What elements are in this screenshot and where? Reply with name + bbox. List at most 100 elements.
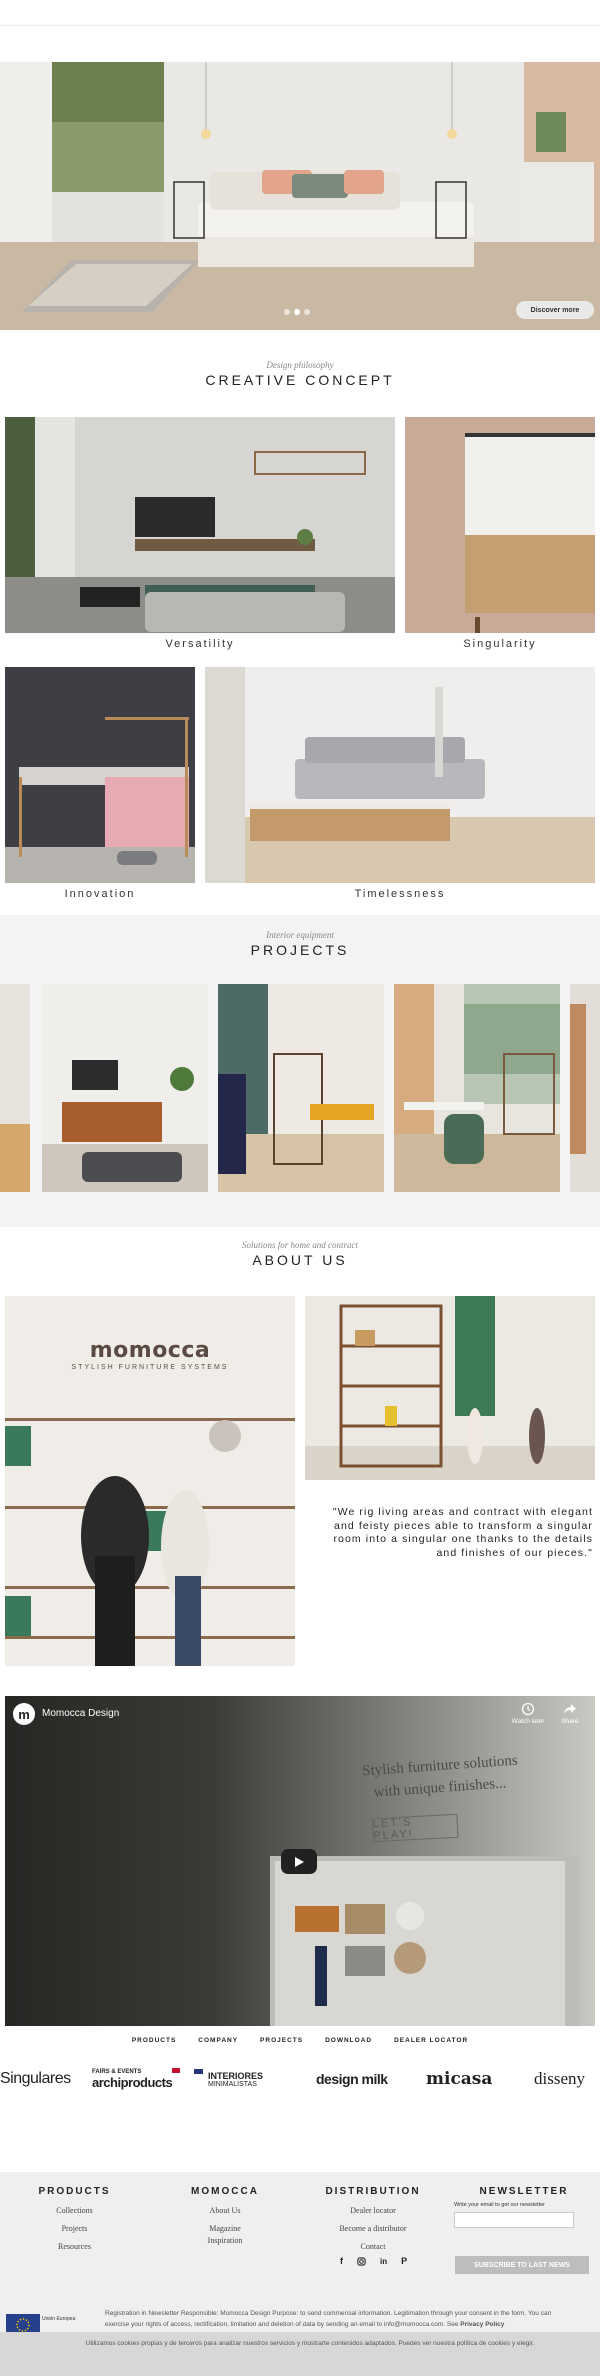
disseny-logo[interactable]: disseny [534, 2062, 585, 2096]
cookie-text: Utilizamos cookies propias y de terceros… [85, 2340, 535, 2347]
project-card[interactable] [394, 984, 560, 1192]
watch-later-label: Watch later [511, 1718, 545, 1725]
interiores-minimalistas-logo[interactable]: INTERIORES MINIMALISTAS [208, 2062, 288, 2096]
footer-products-col: PRODUCTS Collections Projects Resources [22, 2186, 127, 2251]
secondary-nav: PRODUCTS COMPANY PROJECTS DOWNLOAD DEALE… [0, 2037, 600, 2053]
footer-link-become-distributor[interactable]: Become a distributor [318, 2224, 428, 2233]
footer-link-collections[interactable]: Collections [22, 2206, 127, 2215]
privacy-policy-link[interactable]: Privacy Policy [460, 2321, 504, 2328]
pinterest-icon[interactable]: P [401, 2256, 407, 2266]
project-card[interactable] [0, 984, 30, 1192]
living-room-image [5, 417, 395, 633]
top-header-bar [0, 0, 600, 26]
footer-products-title: PRODUCTS [38, 2186, 111, 2197]
interiores-logo-line2: MINIMALISTAS [208, 2080, 257, 2088]
facebook-icon[interactable]: f [340, 2256, 343, 2266]
spain-flag-icon [172, 2068, 180, 2073]
timelessness-image[interactable] [205, 667, 595, 883]
slide-dot[interactable] [304, 309, 310, 315]
legal-text: Registration in Newsletter Responsible: … [105, 2308, 565, 2330]
nav-dealer-locator[interactable]: DEALER LOCATOR [394, 2037, 468, 2053]
instagram-icon[interactable] [357, 2256, 366, 2266]
footer-link-magazine[interactable]: Magazine [170, 2224, 280, 2233]
footer-newsletter-title: NEWSLETTER [479, 2186, 569, 2197]
caption-versatility: Versatility [165, 638, 235, 650]
share-button[interactable]: Share [552, 1702, 588, 1725]
hero-slide-dots [284, 309, 324, 317]
footer-link-inspiration[interactable]: Inspiration [170, 2236, 280, 2245]
eu-label: Unión Europea [42, 2316, 76, 2322]
linkedin-icon[interactable]: in [380, 2257, 387, 2266]
video-cta-sign: LET'S PLAY! [371, 1813, 459, 1843]
project-living-image [42, 984, 208, 1192]
momocca-logo-tagline: STYLISH FURNITURE SYSTEMS [71, 1364, 229, 1371]
project-card[interactable] [42, 984, 208, 1192]
project-office-image [394, 984, 560, 1192]
micasa-logo[interactable]: micasa [426, 2062, 492, 2096]
uk-flag-icon [194, 2069, 203, 2074]
social-links: f in P [340, 2256, 407, 2266]
slide-dot-active[interactable] [294, 309, 300, 315]
marble-cabinet-image [405, 417, 595, 633]
share-arrow-icon [564, 1704, 576, 1714]
projects-subtitle: Interior equipment [266, 930, 334, 940]
about-shelf-image [305, 1296, 595, 1480]
press-logos-strip: Singulares FAIRS & EVENTS archiproducts … [0, 2062, 600, 2096]
caption-innovation: Innovation [64, 888, 136, 900]
nav-projects[interactable]: PROJECTS [260, 2037, 303, 2053]
nav-download[interactable]: DOWNLOAD [325, 2037, 372, 2053]
play-icon [295, 1856, 304, 1867]
shelf-display-image [305, 1296, 595, 1480]
archiproducts-logo-text: archiproducts [92, 2074, 173, 2090]
footer-distribution-col: DISTRIBUTION Dealer locator Become a dis… [318, 2186, 428, 2251]
about-title: ABOUT US [252, 1252, 348, 1268]
footer-link-projects[interactable]: Projects [22, 2224, 127, 2233]
footer-momocca-col: MOMOCCA About Us Magazine Inspiration [170, 2186, 280, 2245]
newsletter-label: Write your email to get our newsletter [454, 2202, 545, 2208]
footer: PRODUCTS Collections Projects Resources … [0, 2172, 600, 2336]
project-card[interactable] [218, 984, 384, 1192]
channel-avatar-icon[interactable]: m [13, 1703, 35, 1725]
project-image-partial [0, 984, 30, 1192]
singularity-image[interactable] [405, 417, 595, 633]
footer-link-about-us[interactable]: About Us [170, 2206, 280, 2215]
sofa-room-image [205, 667, 595, 883]
creative-title: CREATIVE CONCEPT [205, 372, 395, 388]
innovation-image[interactable] [5, 667, 195, 883]
cookie-banner: Utilizamos cookies propias y de terceros… [0, 2332, 600, 2376]
caption-timelessness: Timelessness [354, 888, 446, 900]
momocca-logo-text: momocca [89, 1338, 211, 1363]
clock-icon [521, 1702, 535, 1716]
slide-dot[interactable] [284, 309, 290, 315]
footer-link-resources[interactable]: Resources [22, 2242, 127, 2251]
versatility-image[interactable] [5, 417, 395, 633]
watch-later-button[interactable]: Watch later [510, 1702, 546, 1725]
design-milk-logo[interactable]: design milk [316, 2062, 388, 2096]
share-label: Share [561, 1718, 579, 1725]
about-quote: "We rig living areas and contract with e… [332, 1506, 593, 1559]
hero-slider[interactable] [0, 62, 600, 330]
bench-image [5, 667, 195, 883]
project-image-partial [570, 984, 600, 1192]
nav-company[interactable]: COMPANY [198, 2037, 238, 2053]
subscribe-button[interactable]: SUBSCRIBE TO LAST NEWS [455, 2256, 589, 2274]
project-hall-image [218, 984, 384, 1192]
video-play-button[interactable] [281, 1849, 317, 1874]
interiores-logo-line1: INTERIORES [208, 2070, 264, 2081]
singulares-logo[interactable]: Singulares [0, 2062, 71, 2096]
hero-bedroom-image [0, 62, 600, 330]
creative-subtitle: Design philosophy [266, 360, 334, 370]
archiproducts-logo[interactable]: FAIRS & EVENTS archiproducts [92, 2062, 182, 2096]
project-card[interactable] [570, 984, 600, 1192]
caption-singularity: Singularity [463, 638, 537, 650]
footer-newsletter-col: NEWSLETTER Write your email to get our n… [454, 2186, 594, 2228]
about-subtitle: Solutions for home and contract [242, 1240, 358, 1250]
projects-title: PROJECTS [250, 942, 350, 958]
footer-momocca-title: MOMOCCA [191, 2186, 259, 2197]
footer-link-dealer-locator[interactable]: Dealer locator [318, 2206, 428, 2215]
nav-products[interactable]: PRODUCTS [132, 2037, 176, 2053]
footer-link-contact[interactable]: Contact [318, 2242, 428, 2251]
video-channel-name[interactable]: Momocca Design [42, 1708, 119, 1719]
discover-more-button[interactable]: Discover more [516, 301, 594, 319]
newsletter-email-input[interactable] [454, 2212, 574, 2228]
